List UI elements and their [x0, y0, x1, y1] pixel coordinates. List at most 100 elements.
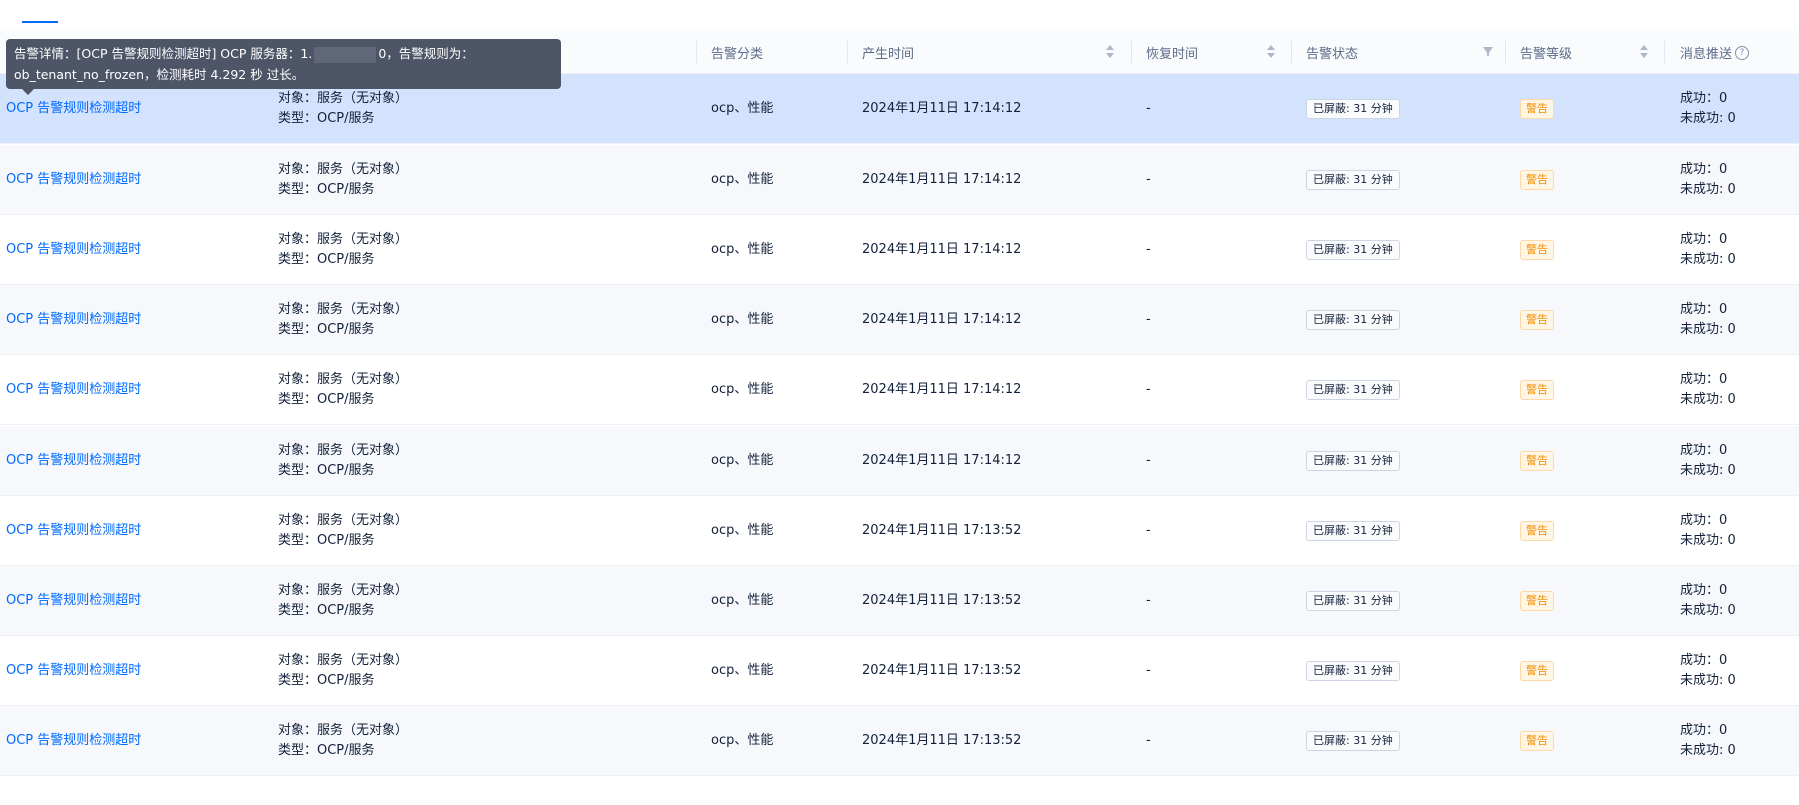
alarm-name-link[interactable]: OCP 告警规则检测超时: [6, 731, 141, 751]
alarm-category: ocp、性能: [711, 242, 774, 257]
alarm-created-time: 2024年1月11日 17:14:12: [862, 172, 1022, 187]
alarm-recover-time-cell: -: [1146, 355, 1151, 425]
push-fail-count: 未成功: 0: [1680, 463, 1736, 478]
push-fail-count: 未成功: 0: [1680, 743, 1736, 758]
alarm-recover-time-cell: -: [1146, 74, 1151, 144]
alarm-created-time-cell: 2024年1月11日 17:13:52: [862, 636, 1021, 706]
level-badge: 警告: [1520, 380, 1554, 400]
alarm-category-cell: ocp、性能: [711, 566, 773, 636]
table-row[interactable]: OCP 告警规则检测超时 对象：服务（无对象） 类型：OCP/服务 ocp、性能 202…: [0, 355, 1799, 425]
status-badge: 已屏蔽: 31 分钟: [1306, 521, 1400, 541]
alarm-object: 对象：服务（无对象）: [278, 232, 409, 247]
push-fail-count: 未成功: 0: [1680, 111, 1736, 126]
alarm-name-link[interactable]: OCP 告警规则检测超时: [6, 310, 141, 330]
alarm-created-time-cell: 2024年1月11日 17:13:52: [862, 496, 1021, 566]
alarm-recover-time: -: [1146, 242, 1151, 257]
alarm-category: ocp、性能: [711, 312, 774, 327]
status-badge: 已屏蔽: 31 分钟: [1306, 99, 1400, 119]
alarm-push-cell: 成功：0 未成功: 0: [1680, 496, 1736, 566]
alarm-created-time: 2024年1月11日 17:14:12: [862, 453, 1022, 468]
push-success-count: 成功：0: [1680, 653, 1728, 668]
column-header-level[interactable]: 告警等级: [1520, 31, 1572, 74]
alarm-name-cell: OCP 告警规则检测超时: [6, 426, 141, 496]
table-row[interactable]: OCP 告警规则检测超时 对象：服务（无对象） 类型：OCP/服务 ocp、性能 202…: [0, 566, 1799, 636]
alarm-category: ocp、性能: [711, 382, 774, 397]
level-badge: 警告: [1520, 591, 1554, 611]
alarm-category: ocp、性能: [711, 663, 774, 678]
alarm-name-cell: OCP 告警规则检测超时: [6, 145, 141, 215]
table-row[interactable]: OCP 告警规则检测超时 对象：服务（无对象） 类型：OCP/服务 ocp、性能 202…: [0, 215, 1799, 285]
alarm-created-time-cell: 2024年1月11日 17:13:52: [862, 706, 1021, 776]
alarm-name-link[interactable]: OCP 告警规则检测超时: [6, 170, 141, 190]
alarm-name-link[interactable]: OCP 告警规则检测超时: [6, 99, 141, 119]
alarm-recover-time-cell: -: [1146, 636, 1151, 706]
alarm-created-time: 2024年1月11日 17:13:52: [862, 593, 1022, 608]
alarm-name-link[interactable]: OCP 告警规则检测超时: [6, 451, 141, 471]
alarm-name-cell: OCP 告警规则检测超时: [6, 355, 141, 425]
alarm-created-time: 2024年1月11日 17:14:12: [862, 242, 1022, 257]
alarm-level-cell: 警告: [1520, 426, 1554, 496]
alarm-created-time-cell: 2024年1月11日 17:14:12: [862, 285, 1021, 355]
push-success-count: 成功：0: [1680, 91, 1728, 106]
tooltip-arrow: [22, 89, 34, 95]
alarm-type: 类型：OCP/服务: [278, 252, 375, 267]
table-row[interactable]: OCP 告警规则检测超时 对象：服务（无对象） 类型：OCP/服务 ocp、性能 202…: [0, 285, 1799, 355]
alarm-status-cell: 已屏蔽: 31 分钟: [1306, 355, 1400, 425]
sort-icon[interactable]: [1266, 43, 1276, 61]
push-fail-count: 未成功: 0: [1680, 673, 1736, 688]
alarm-object-cell: 对象：服务（无对象） 类型：OCP/服务: [278, 285, 408, 355]
level-badge: 警告: [1520, 240, 1554, 260]
push-fail-count: 未成功: 0: [1680, 533, 1736, 548]
help-icon[interactable]: ?: [1735, 45, 1750, 60]
table-row[interactable]: OCP 告警规则检测超时 对象：服务（无对象） 类型：OCP/服务 ocp、性能 202…: [0, 426, 1799, 496]
level-badge: 警告: [1520, 310, 1554, 330]
filter-icon[interactable]: [1483, 47, 1493, 56]
alarm-status-cell: 已屏蔽: 31 分钟: [1306, 285, 1400, 355]
alarm-object: 对象：服务（无对象）: [278, 653, 409, 668]
active-tab-indicator: [22, 21, 58, 23]
alarm-category-cell: ocp、性能: [711, 426, 773, 496]
alarm-created-time: 2024年1月11日 17:13:52: [862, 733, 1022, 748]
table-row[interactable]: OCP 告警规则检测超时 对象：服务（无对象） 类型：OCP/服务 ocp、性能 202…: [0, 636, 1799, 706]
alarm-created-time: 2024年1月11日 17:14:12: [862, 382, 1022, 397]
alarm-name-link[interactable]: OCP 告警规则检测超时: [6, 240, 141, 260]
column-header-recover-time[interactable]: 恢复时间: [1146, 31, 1198, 74]
alarm-name-link[interactable]: OCP 告警规则检测超时: [6, 521, 141, 541]
alarm-push-cell: 成功：0 未成功: 0: [1680, 566, 1736, 636]
alarm-level-cell: 警告: [1520, 215, 1554, 285]
alarm-recover-time: -: [1146, 593, 1151, 608]
column-header-created-time[interactable]: 产生时间: [862, 31, 914, 74]
alarm-object: 对象：服务（无对象）: [278, 513, 409, 528]
alarm-type: 类型：OCP/服务: [278, 111, 375, 126]
sort-icon[interactable]: [1639, 43, 1649, 61]
alarm-push-cell: 成功：0 未成功: 0: [1680, 74, 1736, 144]
alarm-name-link[interactable]: OCP 告警规则检测超时: [6, 591, 141, 611]
table-row[interactable]: OCP 告警规则检测超时 对象：服务（无对象） 类型：OCP/服务 ocp、性能 202…: [0, 496, 1799, 566]
push-fail-count: 未成功: 0: [1680, 182, 1736, 197]
alarm-type: 类型：OCP/服务: [278, 673, 375, 688]
table-row[interactable]: OCP 告警规则检测超时 对象：服务（无对象） 类型：OCP/服务 ocp、性能 202…: [0, 706, 1799, 776]
alarm-level-cell: 警告: [1520, 74, 1554, 144]
alarm-level-cell: 警告: [1520, 496, 1554, 566]
column-header-status: 告警状态: [1306, 47, 1359, 62]
alarm-name-link[interactable]: OCP 告警规则检测超时: [6, 661, 141, 681]
push-success-count: 成功：0: [1680, 583, 1728, 598]
alarm-object: 对象：服务（无对象）: [278, 302, 409, 317]
alarm-category: ocp、性能: [711, 733, 774, 748]
alarm-push-cell: 成功：0 未成功: 0: [1680, 636, 1736, 706]
alarm-created-time: 2024年1月11日 17:14:12: [862, 312, 1022, 327]
column-separator: [847, 41, 848, 63]
alarm-status-cell: 已屏蔽: 31 分钟: [1306, 636, 1400, 706]
column-header-push: 消息推送 ?: [1680, 31, 1750, 74]
alarm-category-cell: ocp、性能: [711, 145, 773, 215]
alarm-recover-time-cell: -: [1146, 566, 1151, 636]
alarm-status-cell: 已屏蔽: 31 分钟: [1306, 496, 1400, 566]
alarm-name-cell: OCP 告警规则检测超时: [6, 215, 141, 285]
table-row[interactable]: OCP 告警规则检测超时 对象：服务（无对象） 类型：OCP/服务 ocp、性能 202…: [0, 145, 1799, 215]
status-badge: 已屏蔽: 31 分钟: [1306, 170, 1400, 190]
sort-icon[interactable]: [1105, 43, 1115, 61]
alarm-level-cell: 警告: [1520, 566, 1554, 636]
alarm-level-cell: 警告: [1520, 636, 1554, 706]
level-badge: 警告: [1520, 170, 1554, 190]
alarm-name-link[interactable]: OCP 告警规则检测超时: [6, 380, 141, 400]
